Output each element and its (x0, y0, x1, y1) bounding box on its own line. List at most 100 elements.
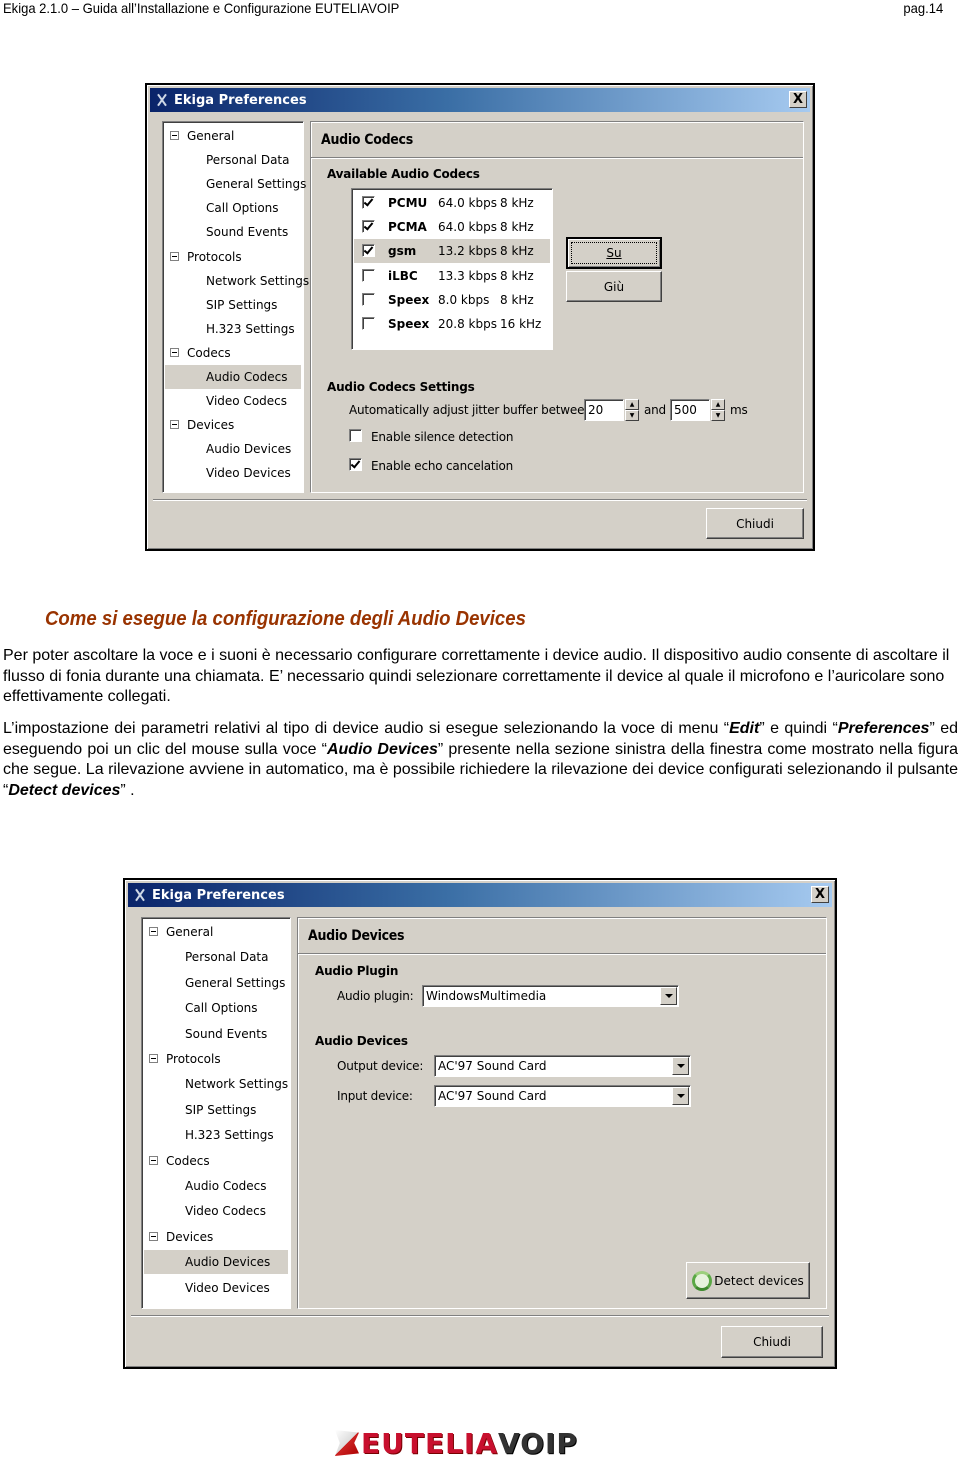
panel-title: Audio Codecs (311, 122, 803, 158)
echo-cancelation-checkbox[interactable] (349, 458, 362, 471)
collapse-icon[interactable] (170, 347, 179, 357)
tree-item-h-323-settings[interactable]: H.323 Settings (165, 317, 301, 341)
move-down-button[interactable]: Giù (566, 271, 662, 302)
codec-enabled-checkbox[interactable] (362, 244, 375, 258)
codec-enabled-checkbox[interactable] (362, 196, 375, 209)
collapse-icon[interactable] (170, 420, 179, 430)
input-device-select[interactable]: AC'97 Sound Card (434, 1085, 691, 1107)
tree-item-audio-codecs[interactable]: Audio Codecs (144, 1174, 288, 1198)
tree-item-personal-data[interactable]: Personal Data (165, 148, 301, 172)
emphasis-preferences: Preferences (837, 720, 930, 737)
codec-list: PCMU 64.0 kbps 8 kHz PCMA 64.0 kbps 8 kHz gsm 1… (351, 188, 553, 350)
codec-settings-title: Audio Codecs Settings (327, 380, 475, 394)
codec-row[interactable]: gsm 13.2 kbps 8 kHz (354, 239, 550, 264)
tree-item-video-codecs[interactable]: Video Codecs (165, 389, 301, 413)
tree-item-audio-devices[interactable]: Audio Devices (165, 437, 301, 461)
tree-item-personal-data[interactable]: Personal Data (144, 945, 288, 969)
codec-frequency: 8 kHz (500, 220, 534, 235)
tree-category-codecs[interactable]: Codecs (144, 1149, 288, 1173)
collapse-icon[interactable] (149, 1155, 158, 1165)
codec-bitrate: 20.8 kbps (438, 317, 497, 331)
jitter-min-input[interactable]: 20 ▲ ▼ (584, 399, 639, 421)
tree-item-label: H.323 Settings (185, 1128, 274, 1143)
preferences-tree: General Personal Data General Settings Call… (162, 121, 309, 493)
close-window-button[interactable]: X (811, 886, 829, 903)
tree-category-protocols[interactable]: Protocols (165, 245, 301, 269)
tree-item-label: Audio Devices (206, 442, 292, 457)
codec-enabled-checkbox[interactable] (362, 317, 375, 330)
close-window-button[interactable]: X (789, 91, 807, 108)
tree-item-call-options[interactable]: Call Options (165, 196, 301, 220)
document-title: Ekiga 2.1.0 – Guida all’Installazione e … (3, 0, 400, 16)
tree-category-general[interactable]: General (165, 124, 301, 148)
emphasis-detect-devices: Detect devices (8, 781, 121, 799)
tree-item-label: Video Devices (206, 466, 291, 481)
close-button[interactable]: Chiudi (706, 508, 804, 539)
spin-down-icon[interactable]: ▼ (625, 410, 639, 421)
codec-frequency: 8 kHz (500, 292, 534, 307)
audio-plugin-select[interactable]: WindowsMultimedia (422, 985, 679, 1007)
tree-item-video-devices[interactable]: Video Devices (165, 461, 301, 485)
section-heading: Come si esegue la configurazione degli A… (45, 608, 526, 630)
tree-item-call-options[interactable]: Call Options (144, 996, 288, 1020)
tree-item-network-settings[interactable]: Network Settings (165, 269, 309, 293)
tree-item-audio-devices[interactable]: Audio Devices (144, 1250, 288, 1275)
tree-item-video-codecs[interactable]: Video Codecs (144, 1199, 288, 1223)
codec-name: iLBC (388, 268, 418, 283)
tree-item-label: General Settings (206, 177, 307, 192)
tree-category-devices[interactable]: Devices (144, 1225, 288, 1249)
tree-item-audio-codecs[interactable]: Audio Codecs (165, 365, 301, 389)
refresh-icon (692, 1270, 713, 1291)
codec-frequency: 8 kHz (500, 196, 534, 210)
tree-item-label: Video Codecs (206, 394, 288, 409)
codec-bitrate: 64.0 kbps (438, 196, 497, 210)
detect-devices-button[interactable]: Detect devices (686, 1262, 810, 1299)
codec-row[interactable]: Speex 20.8 kbps 16 kHz (354, 312, 550, 336)
tree-item-network-settings[interactable]: Network Settings (144, 1072, 288, 1096)
spin-down-icon[interactable]: ▼ (711, 410, 725, 421)
tree-category-devices[interactable]: Devices (165, 413, 301, 437)
collapse-icon[interactable] (149, 1231, 158, 1241)
collapse-icon[interactable] (170, 131, 179, 140)
tree-category-codecs[interactable]: Codecs (165, 341, 301, 365)
tree-item-label: Sound Events (185, 1026, 268, 1041)
codec-enabled-checkbox[interactable] (362, 292, 375, 306)
jitter-max-input[interactable]: 500 ▲ ▼ (670, 399, 725, 421)
codec-row[interactable]: PCMA 64.0 kbps 8 kHz (354, 215, 550, 239)
tree-item-sound-events[interactable]: Sound Events (165, 220, 301, 244)
tree-item-sip-settings[interactable]: SIP Settings (165, 293, 301, 317)
tree-item-general-settings[interactable]: General Settings (144, 971, 288, 995)
silence-detection-checkbox[interactable] (349, 429, 362, 442)
spin-up-icon[interactable]: ▲ (711, 399, 725, 410)
codec-row[interactable]: Speex 8.0 kbps 8 kHz (354, 288, 550, 312)
tree-item-sip-settings[interactable]: SIP Settings (144, 1098, 288, 1122)
collapse-icon[interactable] (149, 1054, 158, 1063)
output-device-label: Output device: (337, 1059, 424, 1073)
tree-item-general-settings[interactable]: General Settings (165, 172, 306, 196)
jitter-min-spinner[interactable]: ▲ ▼ (625, 399, 639, 421)
tree-item-sound-events[interactable]: Sound Events (144, 1022, 288, 1046)
chevron-down-icon[interactable] (672, 1057, 689, 1075)
close-button[interactable]: Chiudi (721, 1326, 823, 1358)
tree-item-video-devices[interactable]: Video Devices (144, 1276, 288, 1300)
codec-row[interactable]: iLBC 13.3 kbps 8 kHz (354, 264, 550, 288)
chevron-down-icon[interactable] (660, 987, 677, 1005)
paragraph-intro: Per poter ascoltare la voce e i suoni è … (3, 647, 950, 705)
output-device-select[interactable]: AC'97 Sound Card (434, 1055, 691, 1077)
tree-item-label: General (166, 925, 214, 939)
spin-up-icon[interactable]: ▲ (625, 399, 639, 410)
jitter-max-spinner[interactable]: ▲ ▼ (711, 399, 725, 421)
tree-item-label: Audio Devices (185, 1255, 271, 1270)
tree-item-label: Audio Codecs (185, 1179, 267, 1193)
move-up-button[interactable]: Su (566, 237, 662, 269)
codec-enabled-checkbox[interactable] (362, 220, 375, 234)
tree-category-protocols[interactable]: Protocols (144, 1047, 288, 1071)
collapse-icon[interactable] (149, 927, 158, 936)
chevron-down-icon[interactable] (672, 1087, 689, 1105)
tree-item-h-323-settings[interactable]: H.323 Settings (144, 1123, 288, 1147)
collapse-icon[interactable] (170, 251, 179, 261)
tree-category-general[interactable]: General (144, 920, 288, 944)
title-bar: Ekiga Preferences X (128, 883, 832, 907)
codec-enabled-checkbox[interactable] (362, 268, 375, 282)
codec-row[interactable]: PCMU 64.0 kbps 8 kHz (354, 191, 550, 215)
